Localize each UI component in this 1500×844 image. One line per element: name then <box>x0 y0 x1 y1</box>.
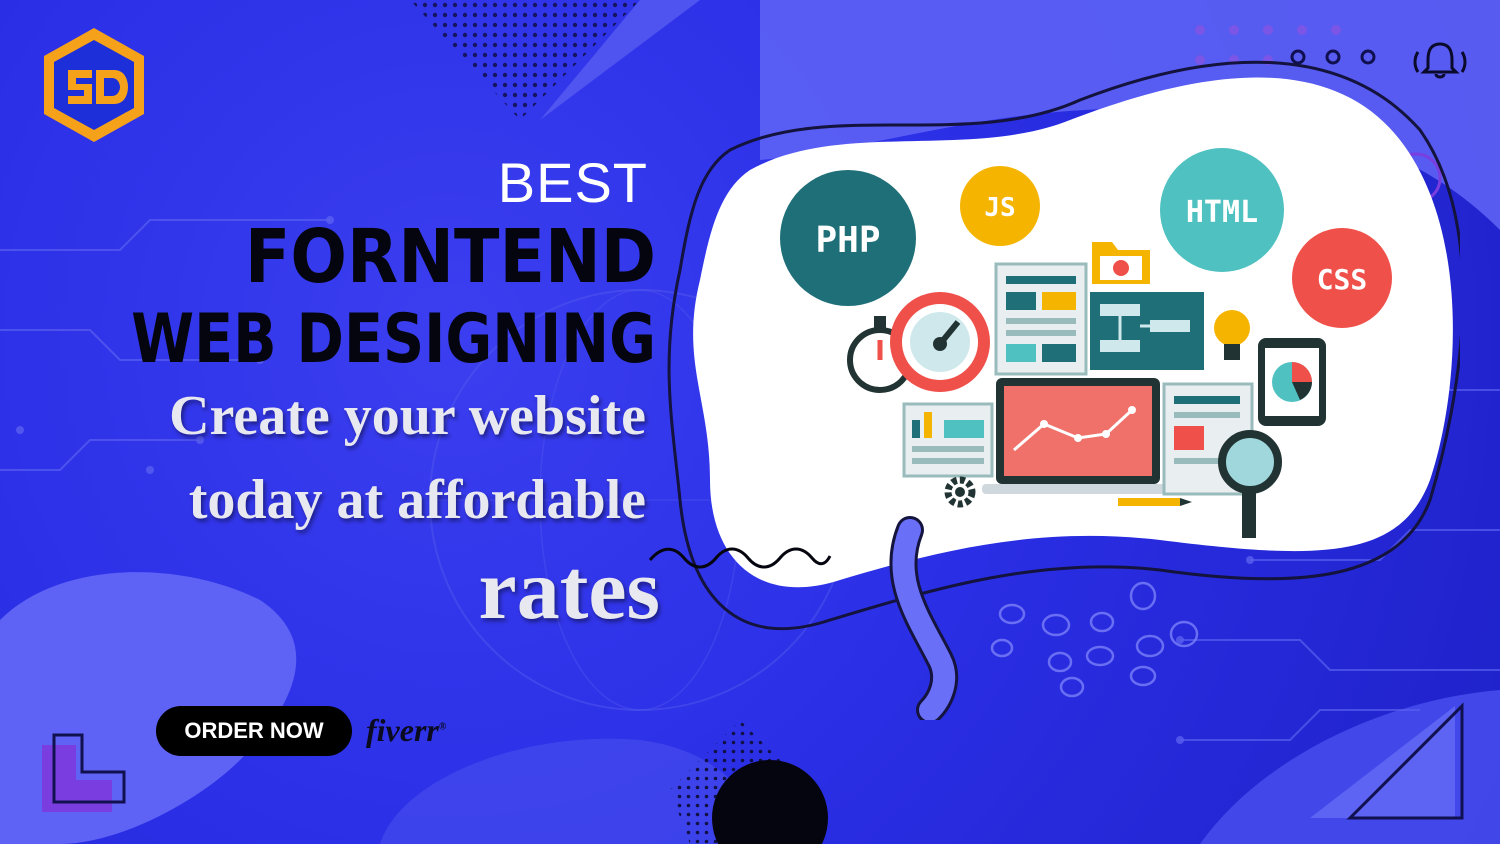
html-bubble: HTML <box>1160 148 1284 272</box>
headline-line-1: FORNTEND <box>244 214 657 300</box>
sd-logo <box>44 28 144 142</box>
js-label: JS <box>984 193 1015 223</box>
tablet-pie-chart-icon <box>1258 338 1326 426</box>
tagline-line-1: Create your website <box>169 385 646 447</box>
headline-line-2: WEB DESIGNING <box>131 300 656 379</box>
lightbulb-icon <box>1214 310 1250 360</box>
fiverr-wordmark: fiverr <box>366 712 439 748</box>
registered-mark: ® <box>438 721 447 733</box>
html-label: HTML <box>1186 195 1258 230</box>
tagline-line-3: rates <box>478 541 660 637</box>
document-icon <box>994 262 1088 376</box>
pencil-icon <box>1118 498 1192 506</box>
js-bubble: JS <box>960 166 1040 246</box>
laptop-chart-icon <box>982 378 1174 494</box>
gear-icon <box>944 476 976 508</box>
fiverr-logo: fiverr® <box>366 712 446 749</box>
dashboard-document-icon <box>902 402 994 478</box>
banner-canvas: PHP JS HTML CSS BEST FORNTEND WEB DESIGN… <box>0 0 1500 844</box>
php-bubble: PHP <box>780 170 916 306</box>
order-now-button[interactable]: ORDER NOW <box>156 706 352 756</box>
php-label: PHP <box>815 220 880 261</box>
magnifier-icon <box>1218 430 1282 538</box>
css-bubble: CSS <box>1292 228 1392 328</box>
kicker-text: BEST <box>497 151 648 214</box>
gauge-icon <box>890 292 990 392</box>
css-label: CSS <box>1317 263 1368 296</box>
flowchart-icon <box>1090 292 1204 370</box>
tagline-line-2: today at affordable <box>188 469 646 531</box>
bell-icon <box>1413 42 1467 79</box>
folder-icon <box>1092 242 1150 284</box>
